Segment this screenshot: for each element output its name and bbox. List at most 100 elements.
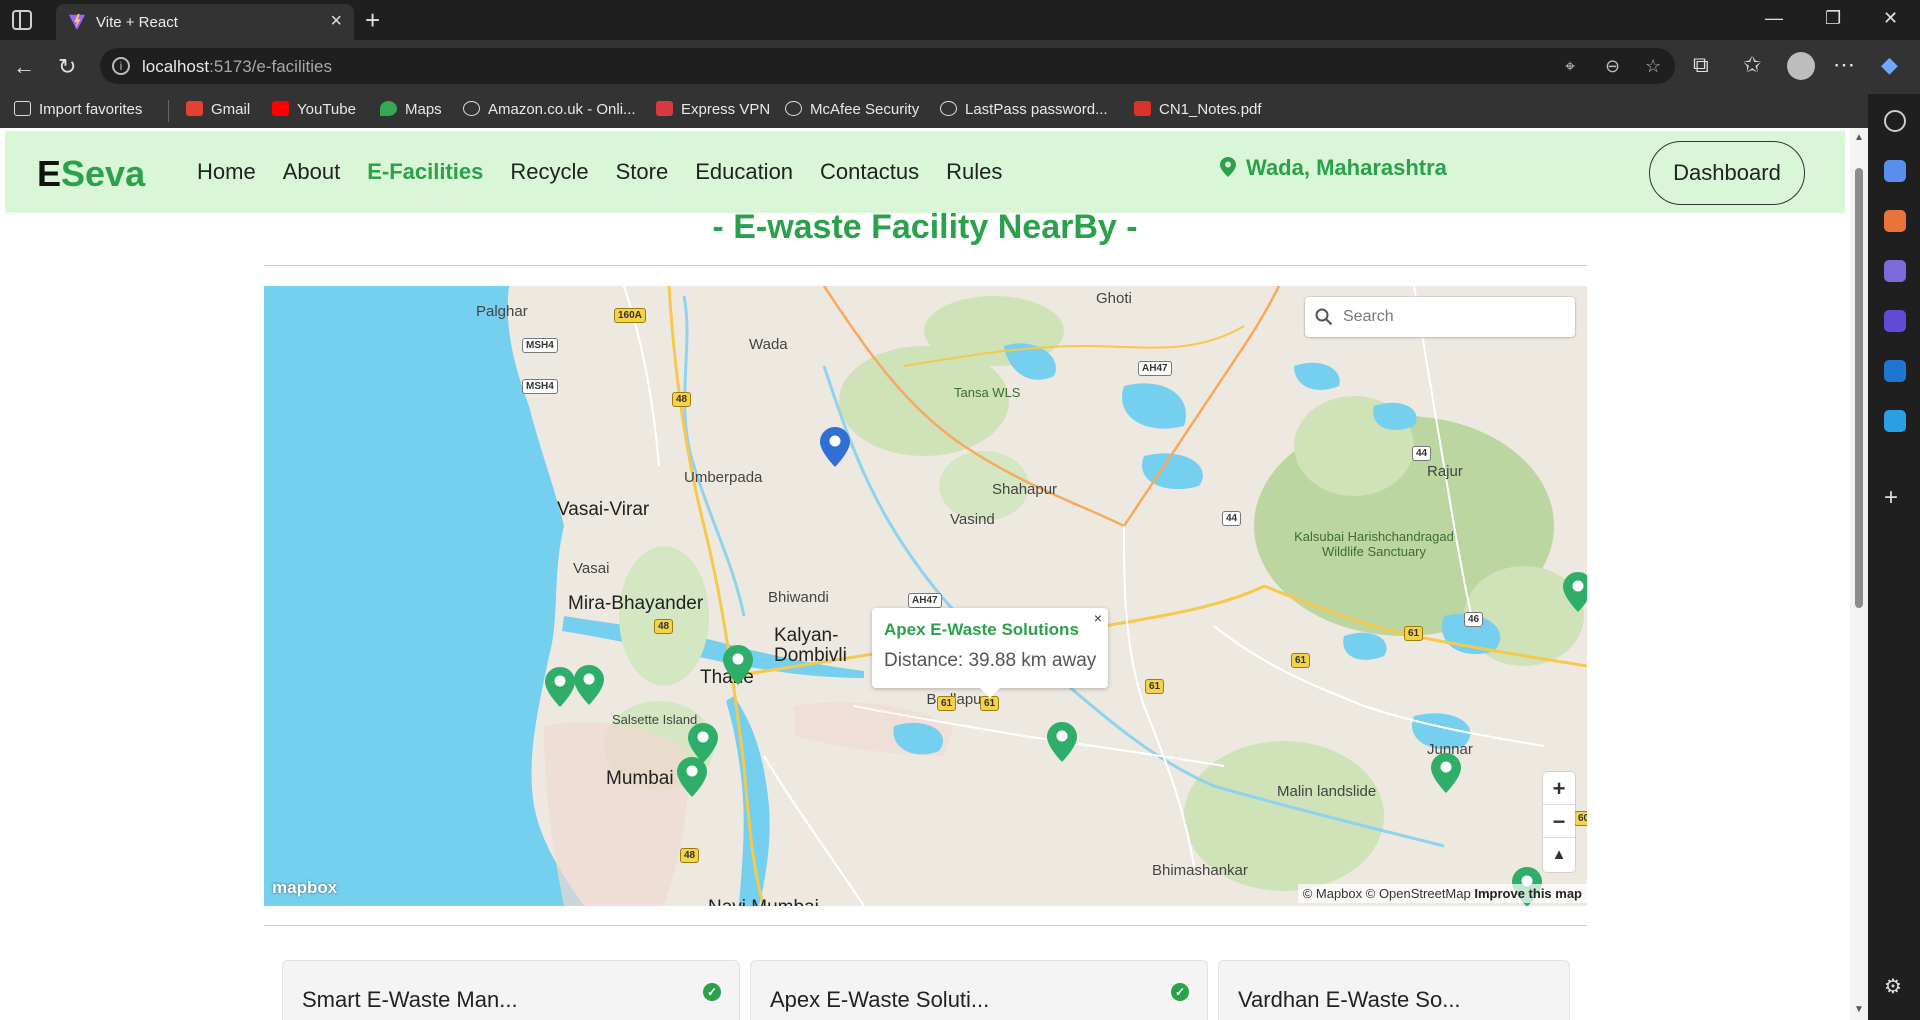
highway-shield: 61 — [980, 696, 1000, 711]
tab-actions-icon[interactable] — [12, 10, 32, 30]
map-search-input[interactable] — [1343, 305, 1563, 329]
highway-shield: 61 — [1404, 626, 1424, 641]
facility-card[interactable]: Vardhan E-Waste So... — [1218, 960, 1570, 1020]
page-scrollbar[interactable]: ▲ ▼ — [1850, 128, 1868, 1020]
zoom-in-button[interactable]: + — [1543, 772, 1575, 805]
dashboard-button[interactable]: Dashboard — [1649, 141, 1805, 205]
location-pin-icon — [1220, 157, 1236, 177]
globe-icon — [785, 101, 802, 116]
map-label-mira-bhayander: Mira-Bhayander — [568, 593, 704, 614]
facility-card[interactable]: Apex E-Waste Soluti... ✓ — [750, 960, 1208, 1020]
site-logo[interactable]: ESeva — [37, 153, 145, 195]
attribution-text[interactable]: © Mapbox © OpenStreetMap — [1303, 886, 1471, 901]
tools-icon[interactable] — [1884, 210, 1906, 232]
highway-shield: AH47 — [1138, 361, 1172, 376]
location-icon[interactable]: ⌖ — [1565, 56, 1575, 77]
browser-tab[interactable]: Vite + React × — [56, 4, 354, 40]
nav-home[interactable]: Home — [197, 159, 256, 185]
url-field[interactable]: i localhost:5173/e-facilities ⌖ ⊖ ☆ — [100, 48, 1675, 84]
nav-rules[interactable]: Rules — [946, 159, 1002, 185]
map-label-tansa: Tansa WLS — [954, 385, 1021, 400]
new-tab-icon[interactable]: + — [365, 5, 380, 36]
restore-icon[interactable]: ❐ — [1825, 8, 1841, 29]
map-label-wada: Wada — [749, 336, 788, 353]
minimize-icon[interactable]: — — [1765, 8, 1783, 29]
highway-shield: 61 — [1145, 679, 1165, 694]
search-icon[interactable] — [1884, 110, 1906, 132]
scroll-down-icon[interactable]: ▼ — [1854, 1004, 1864, 1015]
highway-shield: 44 — [1412, 446, 1432, 461]
bookmark-expressvpn[interactable]: Express VPN — [656, 101, 770, 118]
popup-close-button[interactable]: × — [1094, 610, 1102, 626]
facility-card[interactable]: Smart E-Waste Man... ✓ — [282, 960, 740, 1020]
nav-store[interactable]: Store — [616, 159, 669, 185]
facility-card-title: Vardhan E-Waste So... — [1238, 987, 1461, 1012]
bookmark-amazon[interactable]: Amazon.co.uk - Onli... — [463, 101, 636, 118]
outlook-icon[interactable] — [1884, 360, 1906, 382]
facility-marker[interactable] — [1430, 752, 1462, 794]
bookmark-maps[interactable]: Maps — [380, 101, 442, 118]
bookmark-lastpass[interactable]: LastPass password... — [940, 101, 1108, 118]
facility-marker[interactable] — [573, 664, 605, 706]
youtube-icon — [272, 101, 289, 116]
user-location-marker[interactable] — [819, 426, 851, 468]
facility-marker[interactable] — [676, 756, 708, 798]
map-label-bhimashankar: Bhimashankar — [1152, 862, 1248, 879]
improve-map-link[interactable]: Improve this map — [1474, 886, 1582, 901]
copilot-app-icon[interactable] — [1884, 310, 1906, 332]
nav-education[interactable]: Education — [695, 159, 793, 185]
extensions-icon[interactable]: ⧉ — [1693, 52, 1709, 78]
bookmark-gmail[interactable]: Gmail — [186, 101, 250, 118]
globe-icon — [940, 101, 957, 116]
favorite-star-icon[interactable]: ☆ — [1645, 56, 1661, 77]
highway-shield: 46 — [1464, 612, 1484, 627]
nav-recycle[interactable]: Recycle — [510, 159, 588, 185]
url-text: localhost:5173/e-facilities — [142, 57, 332, 76]
mapbox-logo[interactable]: mapbox — [272, 878, 337, 898]
facility-marker[interactable] — [1046, 721, 1078, 763]
bookmark-youtube[interactable]: YouTube — [272, 101, 356, 118]
reload-icon[interactable]: ↻ — [58, 54, 76, 80]
nav-e-facilities[interactable]: E-Facilities — [367, 159, 483, 185]
verified-check-icon: ✓ — [1171, 983, 1189, 1001]
zoom-icon[interactable]: ⊖ — [1605, 56, 1620, 77]
map-label-rajur: Rajur — [1427, 463, 1463, 480]
facility-marker[interactable] — [1562, 571, 1587, 613]
current-location: Wada, Maharashtra — [1220, 155, 1447, 181]
gmail-icon — [186, 101, 203, 116]
map-label-vasai-virar: Vasai-Virar — [557, 499, 650, 520]
facility-marker[interactable] — [544, 666, 576, 708]
more-menu-icon[interactable]: ⋯ — [1833, 52, 1855, 78]
close-tab-icon[interactable]: × — [330, 10, 342, 33]
address-bar-row: ← ↻ i localhost:5173/e-facilities ⌖ ⊖ ☆ … — [0, 40, 1920, 94]
bookmark-mcafee[interactable]: McAfee Security — [785, 101, 919, 118]
maps-icon — [380, 101, 397, 116]
close-window-icon[interactable]: ✕ — [1883, 8, 1898, 29]
compass-button[interactable]: ▲ — [1543, 838, 1575, 871]
site-info-icon[interactable]: i — [112, 57, 130, 75]
profile-avatar[interactable] — [1787, 52, 1815, 80]
send-icon[interactable] — [1884, 410, 1906, 432]
highway-shield: 160A — [614, 308, 646, 323]
add-sidebar-app-icon[interactable]: + — [1884, 484, 1898, 512]
shopping-icon[interactable] — [1884, 160, 1906, 182]
settings-icon[interactable]: ⚙ — [1884, 974, 1902, 999]
bookmark-cn1-notes[interactable]: CN1_Notes.pdf — [1134, 101, 1262, 118]
bookmark-import-favorites[interactable]: Import favorites — [14, 101, 142, 118]
facility-map[interactable]: Palghar Wada Ghoti Tansa WLS Umberpada S… — [264, 286, 1587, 906]
highway-shield: AH47 — [908, 593, 942, 608]
back-icon[interactable]: ← — [13, 54, 35, 80]
scroll-thumb[interactable] — [1855, 168, 1863, 608]
nav-contactus[interactable]: Contactus — [820, 159, 919, 185]
highway-shield: 48 — [680, 848, 700, 863]
zoom-out-button[interactable]: − — [1543, 805, 1575, 838]
highway-shield: 61 — [1291, 653, 1311, 668]
facility-card-title: Apex E-Waste Soluti... — [770, 987, 990, 1012]
copilot-icon[interactable]: ◆ — [1881, 52, 1898, 78]
edge-sidebar: + ⚙ — [1868, 94, 1920, 1020]
games-icon[interactable] — [1884, 260, 1906, 282]
scroll-up-icon[interactable]: ▲ — [1854, 132, 1864, 143]
favorites-icon[interactable]: ✩ — [1743, 52, 1761, 78]
nav-about[interactable]: About — [283, 159, 341, 185]
facility-marker[interactable] — [722, 644, 754, 686]
